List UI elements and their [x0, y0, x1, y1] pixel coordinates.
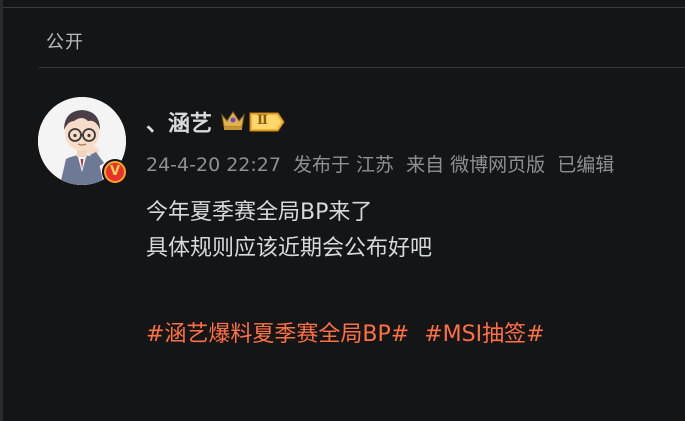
visibility-label[interactable]: 公开 [46, 28, 84, 54]
hashtag-link[interactable]: #涵艺爆料夏季赛全局BP# [146, 322, 409, 347]
verified-v-icon: V [102, 159, 128, 185]
top-divider [0, 7, 685, 8]
post-meta: 24-4-20 22:27 发布于 江苏 来自 微博网页版 已编辑 [146, 150, 620, 177]
user-name-row: 、涵艺 Ⅱ [146, 106, 286, 138]
crown-icon[interactable] [220, 109, 246, 135]
post-location: 发布于 江苏 [293, 154, 395, 176]
avatar[interactable]: V [38, 97, 128, 187]
post-tags: #涵艺爆料夏季赛全局BP# #MSI抽签# [146, 316, 553, 348]
hashtag-link[interactable]: #MSI抽签# [424, 322, 544, 347]
level-badge-icon[interactable]: Ⅱ [248, 111, 286, 133]
post-content: 今年夏季赛全局BP来了 具体规则应该近期会公布好吧 [146, 195, 432, 267]
username-link[interactable]: 、涵艺 [146, 106, 212, 138]
edited-label[interactable]: 已编辑 [557, 154, 614, 176]
post-time[interactable]: 24-4-20 22:27 [146, 154, 281, 176]
content-line-2: 具体规则应该近期会公布好吧 [146, 236, 433, 261]
header-divider [39, 67, 685, 68]
post-card: 公开 V 、涵艺 Ⅱ 24-4-20 22:27 发布于 江苏 来自 微博网页版… [0, 0, 685, 421]
left-rail [0, 0, 3, 421]
level-badge-label: Ⅱ [257, 113, 268, 128]
content-line-1: 今年夏季赛全局BP来了 [146, 200, 373, 225]
post-source: 来自 微博网页版 [406, 154, 546, 176]
